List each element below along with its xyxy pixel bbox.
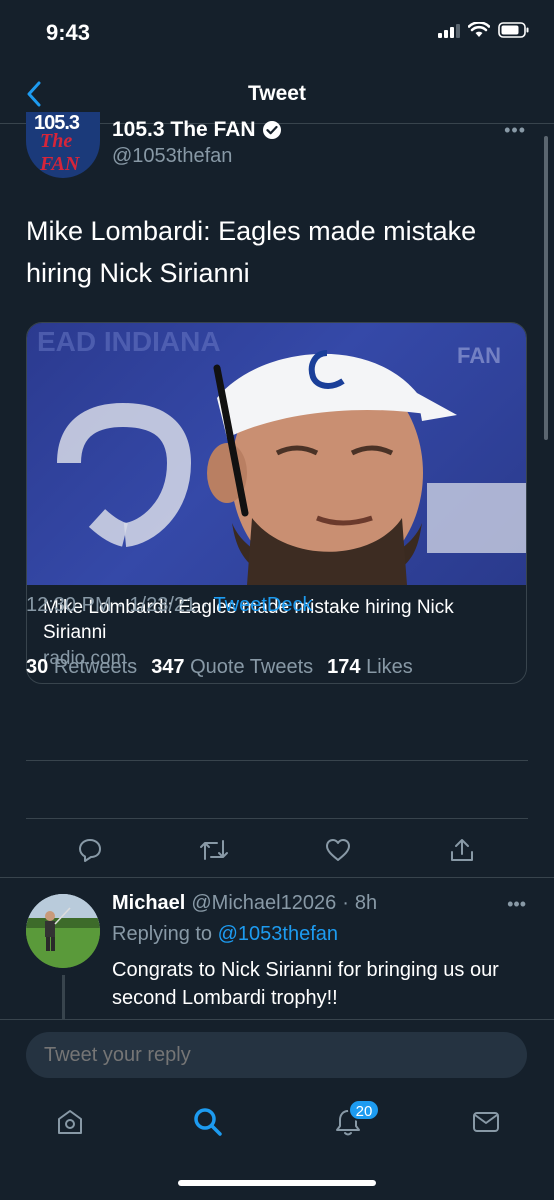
reply-button[interactable]	[72, 832, 108, 868]
more-options-button[interactable]: •••	[504, 120, 526, 141]
tweet-meta: 12:30 PM · 1/23/21 · TweetDeck	[26, 594, 313, 616]
scrollbar[interactable]	[544, 136, 548, 440]
cellular-signal-icon	[438, 22, 460, 38]
compose-area	[0, 1019, 554, 1089]
divider	[26, 760, 528, 761]
account-avatar[interactable]: 105.3 The FAN	[26, 112, 100, 178]
reply-more-options-button[interactable]: •••	[507, 894, 526, 915]
link-card[interactable]: EAD INDIANA FAN Mike Lombardi: Eagles ma…	[26, 322, 527, 684]
status-bar: 9:43	[0, 0, 554, 66]
tweet-date: 1/23/21	[129, 594, 197, 616]
wifi-icon	[468, 22, 490, 37]
heart-icon	[326, 839, 350, 861]
home-indicator[interactable]	[178, 1180, 376, 1186]
reply-text: Congrats to Nick Sirianni for bringing u…	[112, 959, 499, 1009]
quote-tweets-label: Quote Tweets	[190, 656, 314, 678]
battery-icon	[498, 22, 529, 38]
account-handle[interactable]: @1053thefan	[112, 145, 232, 168]
quote-tweets-count: 347	[151, 656, 185, 678]
reply-header: Michael @Michael12026 · 8h	[112, 892, 378, 915]
status-time: 9:43	[46, 20, 91, 45]
reply-input[interactable]	[44, 1044, 504, 1067]
likes-label: Likes	[366, 656, 413, 678]
card-image: EAD INDIANA FAN	[27, 323, 526, 585]
tab-messages[interactable]	[466, 1102, 506, 1142]
avatar-logo-name: The FAN	[40, 130, 80, 175]
tweet-actions	[0, 832, 554, 874]
tweet-time: 12:30 PM	[26, 594, 112, 616]
tweet-text: Mike Lombardi: Eagles made mistake hirin…	[26, 216, 477, 288]
reply-compose-box[interactable]	[26, 1032, 527, 1078]
replying-to-handle[interactable]: @1053thefan	[218, 923, 338, 945]
reply-author-name[interactable]: Michael	[112, 892, 185, 915]
reply-author-handle[interactable]: @Michael12026	[191, 892, 336, 915]
replying-to: Replying to @1053thefan	[112, 923, 338, 946]
retweet-icon	[200, 840, 228, 860]
retweets-stat[interactable]: 30 Retweets	[26, 656, 137, 679]
replying-to-label: Replying to	[112, 923, 213, 945]
status-icons	[438, 22, 530, 38]
notifications-badge: 20	[348, 1099, 380, 1121]
mail-icon	[473, 1112, 499, 1132]
search-icon	[194, 1108, 222, 1136]
tweet-source-link[interactable]: TweetDeck	[214, 594, 313, 616]
tab-home[interactable]	[50, 1102, 90, 1142]
tweet-stats: 30 Retweets 347 Quote Tweets 174 Likes	[26, 656, 413, 679]
reply-icon	[79, 839, 101, 862]
like-button[interactable]	[320, 832, 356, 868]
share-button[interactable]	[444, 832, 480, 868]
account-name: 105.3 The FAN	[112, 118, 256, 141]
thread-line	[62, 975, 65, 1020]
likes-stat[interactable]: 174 Likes	[327, 656, 413, 679]
svg-text:EAD INDIANA: EAD INDIANA	[37, 326, 221, 357]
reply-age: 8h	[354, 892, 378, 914]
retweets-count: 30	[26, 656, 49, 678]
golfer-photo	[26, 894, 100, 968]
account-name-row[interactable]: 105.3 The FAN	[112, 118, 282, 142]
divider	[26, 818, 528, 819]
page-title: Tweet	[248, 82, 306, 105]
quote-tweets-stat[interactable]: 347 Quote Tweets	[151, 656, 313, 679]
retweets-label: Retweets	[53, 656, 138, 678]
share-icon	[451, 839, 473, 861]
reply-avatar[interactable]	[26, 894, 100, 968]
tab-search[interactable]	[188, 1102, 228, 1142]
svg-text:FAN: FAN	[457, 343, 501, 368]
divider	[0, 877, 554, 878]
card-photo: EAD INDIANA FAN	[37, 326, 526, 585]
home-icon	[58, 1110, 82, 1134]
likes-count: 174	[327, 656, 361, 678]
verified-badge-icon	[262, 121, 281, 139]
retweet-button[interactable]	[196, 832, 232, 868]
